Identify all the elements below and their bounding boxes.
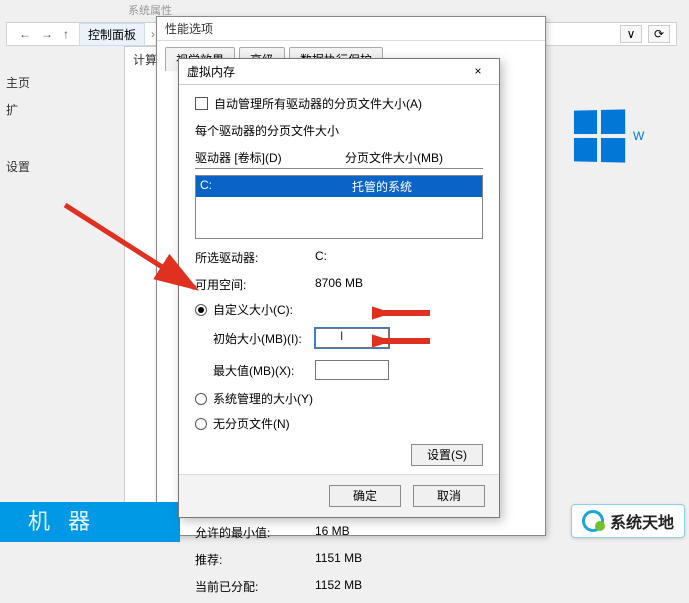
cur-label: 当前已分配: xyxy=(195,578,315,595)
watermark: 系统天地 xyxy=(571,504,685,538)
min-label: 允许的最小值: xyxy=(195,524,315,541)
selected-drive-value: C: xyxy=(315,249,327,266)
per-drive-group-label: 每个驱动器的分页文件大小 xyxy=(195,122,483,139)
left-nav: 主页 扩 设置 xyxy=(6,64,46,185)
selected-drive-row: 所选驱动器: C: xyxy=(195,249,483,266)
cur-value: 1152 MB xyxy=(315,578,362,595)
ok-button[interactable]: 确定 xyxy=(329,485,401,507)
cancel-button[interactable]: 取消 xyxy=(413,485,485,507)
drive-row-drive: C: xyxy=(200,178,352,195)
auto-manage-label: 自动管理所有驱动器的分页文件大小(A) xyxy=(214,95,422,112)
vm-title-text: 虚拟内存 xyxy=(187,63,235,80)
windows-logo-letter: W xyxy=(633,129,644,143)
min-value: 16 MB xyxy=(315,524,350,541)
watermark-icon xyxy=(582,510,604,532)
min-row: 允许的最小值: 16 MB xyxy=(195,524,483,541)
radio-custom-label: 自定义大小(C): xyxy=(213,301,293,318)
radio-custom[interactable] xyxy=(195,304,207,316)
selected-drive-label: 所选驱动器: xyxy=(195,249,315,266)
left-nav-settings[interactable]: 设置 xyxy=(6,158,46,175)
virtual-memory-dialog: 虚拟内存 × 自动管理所有驱动器的分页文件大小(A) 每个驱动器的分页文件大小 … xyxy=(178,58,500,518)
nav-up-button[interactable]: ↑ xyxy=(57,26,73,42)
cur-row: 当前已分配: 1152 MB xyxy=(195,578,483,595)
annotation-arrow-diagonal xyxy=(60,200,210,300)
perf-titlebar: 性能选项 xyxy=(157,17,545,41)
perf-title-text: 性能选项 xyxy=(165,20,213,37)
vm-footer: 确定 取消 xyxy=(179,474,499,517)
available-space-value: 8706 MB xyxy=(315,276,363,293)
available-space-row: 可用空间: 8706 MB xyxy=(195,276,483,293)
radio-custom-row[interactable]: 自定义大小(C): xyxy=(195,301,483,318)
close-icon[interactable]: × xyxy=(465,62,491,82)
path-chip-control-panel[interactable]: 控制面板 xyxy=(79,23,145,46)
rec-row: 推荐: 1151 MB xyxy=(195,551,483,568)
col-drive: 驱动器 [卷标](D) xyxy=(195,149,345,166)
radio-system-row[interactable]: 系统管理的大小(Y) xyxy=(195,390,483,407)
max-size-label: 最大值(MB)(X): xyxy=(213,362,309,379)
left-nav-home[interactable]: 主页 xyxy=(6,74,46,91)
max-size-row: 最大值(MB)(X): xyxy=(213,360,483,380)
radio-system-label: 系统管理的大小(Y) xyxy=(213,390,313,407)
left-nav-item2[interactable]: 扩 xyxy=(6,101,46,118)
text-cursor-icon: I xyxy=(340,329,343,343)
address-dropdown-button[interactable]: ∨ xyxy=(620,25,642,43)
drive-list[interactable]: C: 托管的系统 xyxy=(195,175,483,239)
radio-system[interactable] xyxy=(195,393,207,405)
taskbar-text: 机 器 xyxy=(28,504,96,536)
drive-row-value: 托管的系统 xyxy=(352,178,412,195)
watermark-text: 系统天地 xyxy=(610,509,674,533)
radio-none-row[interactable]: 无分页文件(N) xyxy=(195,415,483,432)
col-paging: 分页文件大小(MB) xyxy=(345,149,443,166)
annotation-arrow-max xyxy=(372,330,432,352)
drive-row-selected[interactable]: C: 托管的系统 xyxy=(196,176,482,197)
initial-size-label: 初始大小(MB)(I): xyxy=(213,330,309,347)
rec-value: 1151 MB xyxy=(315,551,362,568)
radio-none-label: 无分页文件(N) xyxy=(213,415,290,432)
drive-list-header: 驱动器 [卷标](D) 分页文件大小(MB) xyxy=(195,147,483,169)
address-refresh-button[interactable]: ⟳ xyxy=(648,25,670,43)
set-button[interactable]: 设置(S) xyxy=(411,444,483,466)
nav-forward-button[interactable]: → xyxy=(35,26,51,42)
windows-logo-icon xyxy=(574,109,625,162)
max-size-input[interactable] xyxy=(315,360,389,380)
auto-manage-row[interactable]: 自动管理所有驱动器的分页文件大小(A) xyxy=(195,95,483,112)
vm-titlebar: 虚拟内存 × xyxy=(179,59,499,85)
nav-back-button[interactable]: ← xyxy=(13,26,29,42)
available-space-label: 可用空间: xyxy=(195,276,315,293)
initial-size-row: 初始大小(MB)(I): I xyxy=(213,328,483,348)
annotation-arrow-initial xyxy=(372,302,432,324)
rec-label: 推荐: xyxy=(195,551,315,568)
radio-none[interactable] xyxy=(195,418,207,430)
auto-manage-checkbox[interactable] xyxy=(195,97,208,110)
windows-logo: W xyxy=(573,96,683,176)
